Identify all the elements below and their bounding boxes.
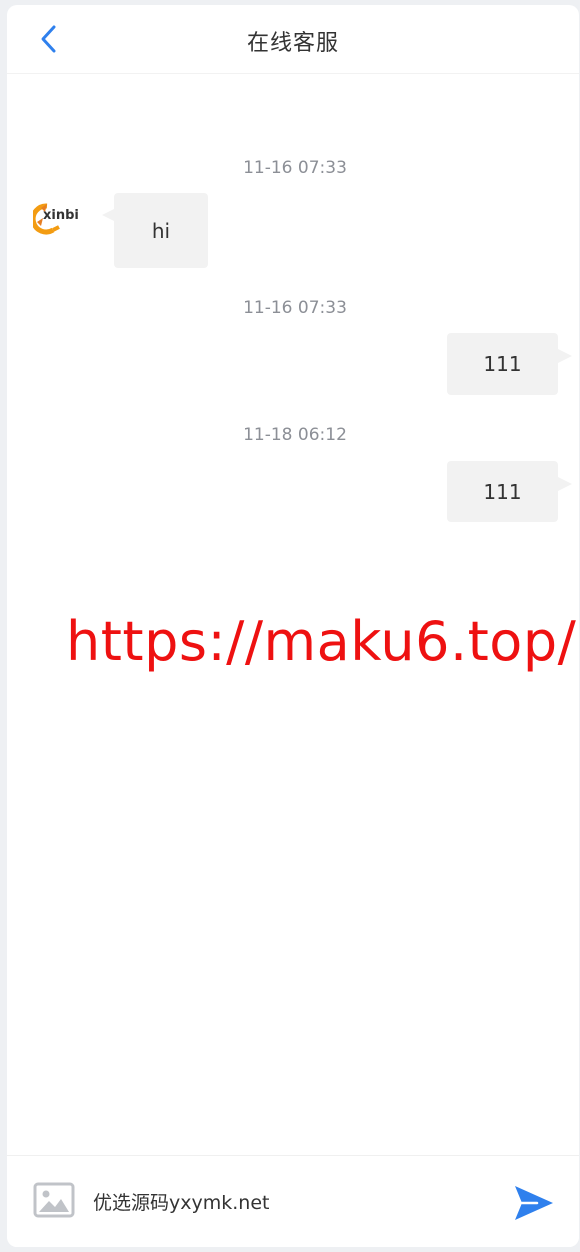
page-title: 在线客服 [246, 31, 339, 56]
send-button[interactable] [513, 1182, 555, 1224]
message-bubble-sent[interactable]: 111 [447, 461, 572, 522]
image-upload-button[interactable] [33, 1182, 75, 1218]
message-text: 111 [483, 352, 522, 376]
avatar: xinbi [30, 200, 81, 240]
message-text: hi [151, 218, 171, 243]
watermark-text: https://maku6.top/ [66, 610, 577, 673]
message-bubble-sent[interactable]: 111 [447, 333, 572, 395]
chat-app: 在线客服 11-16 07:33 xinbi hi 11-16 07:33 11… [7, 5, 579, 1247]
send-icon [515, 1186, 553, 1220]
message-timestamp: 11-18 06:12 [243, 425, 347, 445]
message-composer [7, 1155, 579, 1247]
message-timestamp: 11-16 07:33 [243, 298, 347, 318]
header: 在线客服 [7, 5, 579, 74]
message-bubble-received[interactable]: hi [102, 193, 208, 268]
avatar-text: xinbi [43, 208, 79, 223]
message-input[interactable] [93, 1186, 493, 1216]
message-timestamp: 11-16 07:33 [243, 158, 347, 178]
message-text: 111 [483, 479, 522, 504]
image-icon [33, 1182, 75, 1218]
